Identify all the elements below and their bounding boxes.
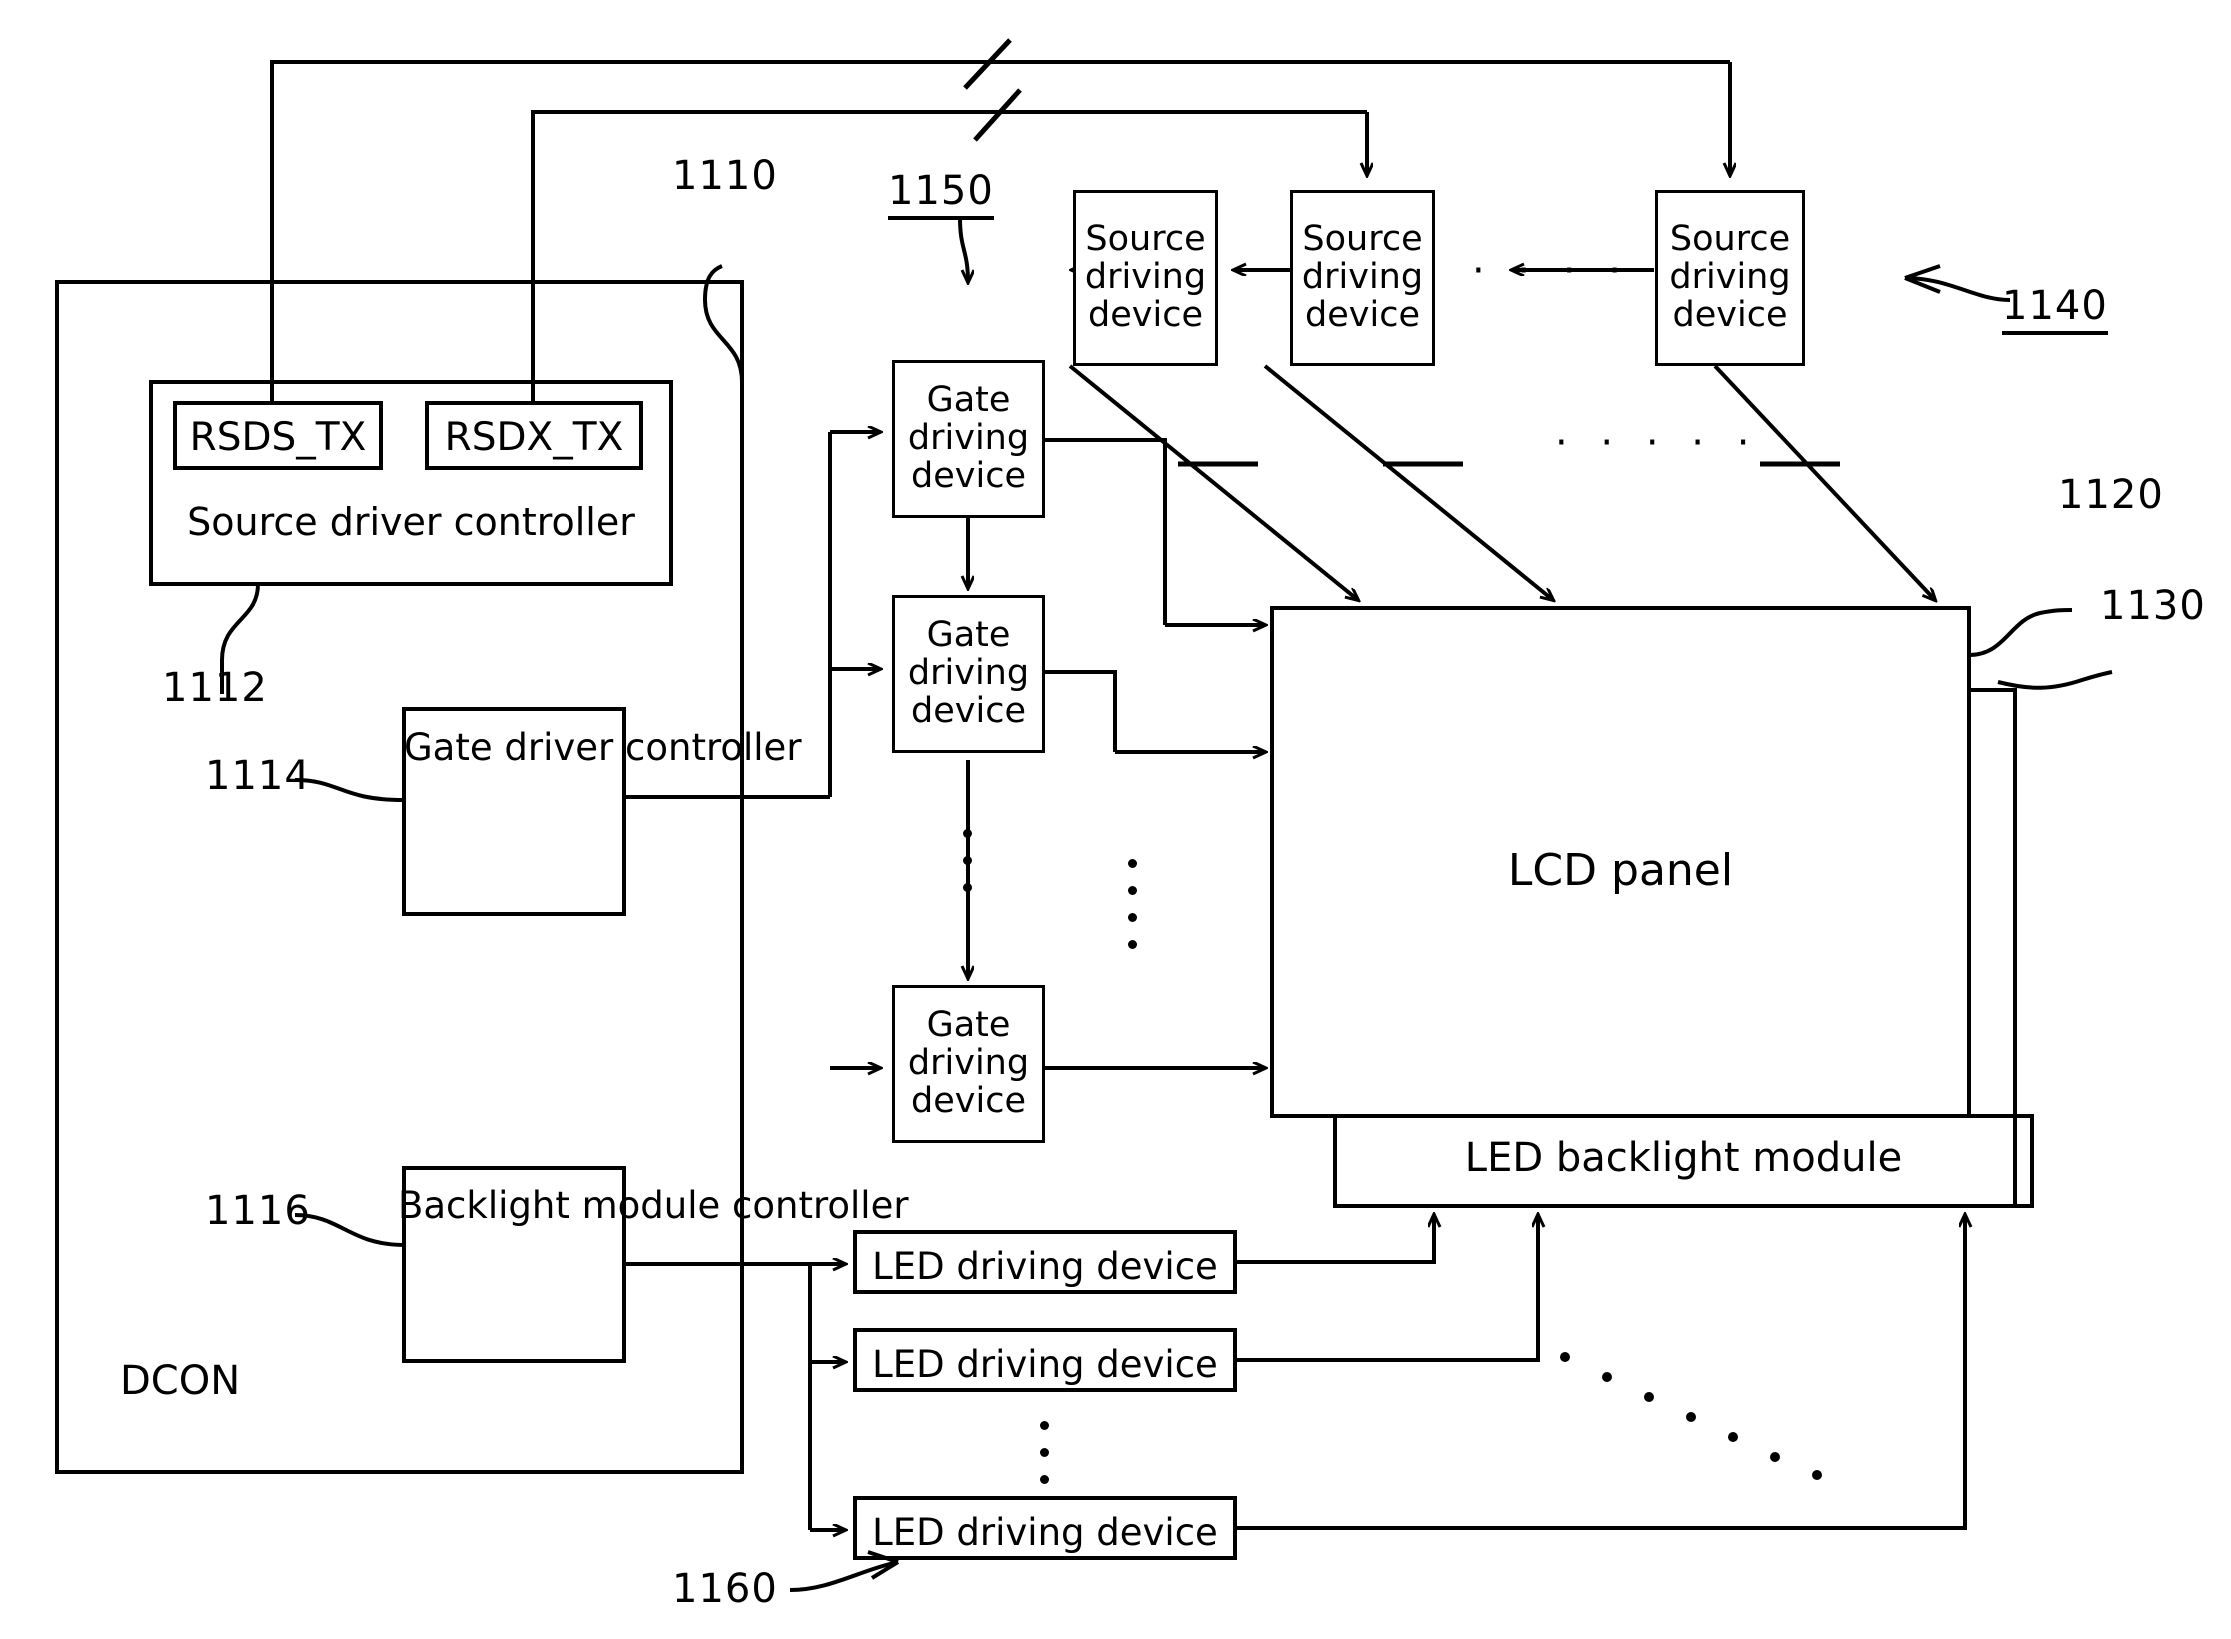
source-driving-device-line-2: driving [1301,257,1424,298]
gate-driving-device-line-1: Gate [926,380,1011,421]
source-driving-device-line-3: device [1305,294,1420,335]
gate-driver-controller-line-2: driver [504,726,614,769]
gate-driving-device-line-2: driving [907,418,1030,459]
reference-numeral-1160: 1160 [672,1566,778,1612]
led-backlight-module-label: LED backlight module [1464,1135,1903,1181]
gate-driver-controller-label: Gate driver controller [404,726,802,770]
source-row-lower-ellipsis: · · · · · [1555,420,1760,466]
backlight-module-controller-label: Backlight module controller [398,1184,909,1228]
gate-driving-device-line-3: device [911,455,1026,496]
backlight-module-controller-line-3: controller [732,1184,909,1227]
backlight-module-controller-line-1: Backlight [398,1184,570,1227]
led-driving-device-label: LED driving device [872,1343,1218,1386]
gate-driving-device-line-3: device [911,690,1026,731]
reference-numeral-1120: 1120 [2058,472,2164,518]
reference-numeral-1112: 1112 [162,665,268,711]
reference-numeral-1140: 1140 [2002,283,2108,335]
reference-numeral-1150: 1150 [888,168,994,220]
source-driving-device[interactable]: Source driving device [1655,190,1805,366]
source-chain-ellipsis: · · · · [1472,248,1632,294]
gate-driving-device-line-2: driving [907,653,1030,694]
gate-driving-device-line-3: device [911,1080,1026,1121]
led-chain-ellipsis [1040,1412,1049,1493]
led-backlight-diagonal-ellipsis [1560,1352,1900,1502]
source-driving-device-line-1: Source [1302,219,1423,260]
gate-driving-device-line-1: Gate [926,1005,1011,1046]
gate-driver-controller-line-1: Gate [404,726,493,769]
gate-driving-device[interactable]: Gate driving device [892,595,1045,753]
gate-driving-device-line-1: Gate [926,615,1011,656]
source-driving-device-line-3: device [1672,294,1788,335]
reference-numeral-1114: 1114 [205,753,311,799]
patent-figure-canvas: DCON RSDS_TX RSDX_TX Source driver contr… [0,0,2231,1639]
rsdx-tx-label: RSDX_TX [444,415,624,460]
source-driving-device-line-1: Source [1085,219,1206,260]
lcd-panel-label: LCD panel [1507,845,1734,896]
gate-chain-ellipsis [963,820,972,901]
reference-numeral-1116: 1116 [205,1188,311,1234]
gate-driving-device-line-2: driving [907,1043,1030,1084]
gate-output-ellipsis [1128,850,1137,958]
source-driving-device[interactable]: Source driving device [1290,190,1435,366]
led-driving-device-label: LED driving device [872,1511,1218,1554]
led-driving-device-label: LED driving device [872,1245,1218,1288]
source-driving-device-line-2: driving [1084,257,1207,298]
source-driving-device[interactable]: Source driving device [1073,190,1218,366]
gate-driving-device[interactable]: Gate driving device [892,985,1045,1143]
source-driving-device-line-3: device [1088,294,1203,335]
gate-driving-device[interactable]: Gate driving device [892,360,1045,518]
backlight-module-controller-line-2: module [581,1184,721,1227]
source-driving-device-line-2: driving [1669,257,1791,298]
reference-numeral-1130: 1130 [2100,583,2206,629]
source-driver-controller-label: Source driver controller [187,500,635,544]
gate-driver-controller-line-3: controller [625,726,802,769]
dcon-label: DCON [120,1358,241,1404]
source-driving-device-line-1: Source [1669,219,1791,260]
reference-numeral-1110: 1110 [672,153,778,199]
rsds-tx-label: RSDS_TX [189,415,367,460]
